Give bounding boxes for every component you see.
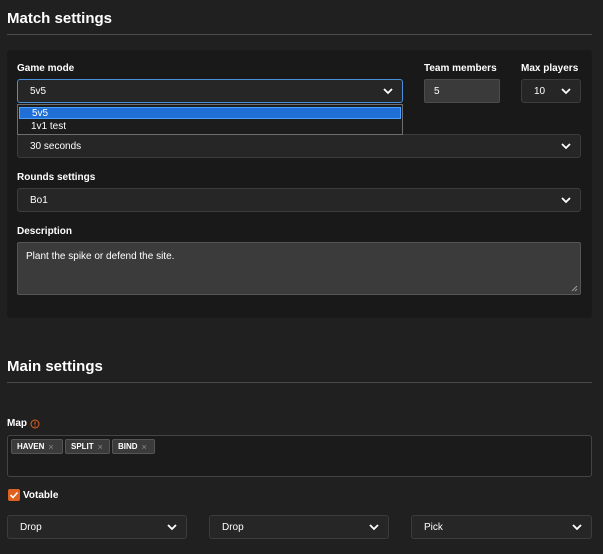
rounds-settings-label: Rounds settings (17, 172, 96, 183)
chevron-down-icon (561, 88, 571, 95)
map-tag-label: BIND (118, 442, 138, 451)
votable-label: Votable (23, 490, 59, 501)
map-tag[interactable]: SPLIT × (65, 439, 110, 454)
map-tag[interactable]: HAVEN × (11, 439, 63, 454)
map-tag-input[interactable]: HAVEN × SPLIT × BIND × (7, 435, 592, 477)
map-label-row: Map (7, 418, 40, 429)
chevron-down-icon (561, 197, 571, 204)
round-time-value: 30 seconds (30, 140, 82, 152)
rounds-settings-value: Bo1 (30, 194, 48, 206)
max-players-value: 10 (534, 85, 546, 97)
pick-drop-select-3[interactable]: Pick (411, 515, 592, 539)
pick-drop-select-2[interactable]: Drop (209, 515, 389, 539)
main-settings-divider (7, 382, 592, 383)
match-settings-title: Match settings (7, 10, 113, 27)
team-members-input[interactable]: 5 (424, 79, 500, 103)
close-icon[interactable]: × (48, 442, 53, 452)
votable-checkbox[interactable] (8, 489, 20, 501)
team-members-label: Team members (424, 63, 497, 74)
check-icon (9, 491, 19, 499)
pick-drop-value: Drop (20, 521, 42, 533)
description-textarea[interactable]: Plant the spike or defend the site. (17, 242, 581, 295)
round-time-select[interactable]: 30 seconds (17, 134, 581, 158)
rounds-settings-select[interactable]: Bo1 (17, 188, 581, 212)
game-mode-select[interactable]: 5v5 (17, 79, 403, 103)
chevron-down-icon (383, 88, 393, 95)
game-mode-option[interactable]: 5v5 (19, 107, 401, 119)
pick-drop-value: Drop (222, 521, 244, 533)
chevron-down-icon (369, 524, 379, 531)
close-icon[interactable]: × (142, 442, 147, 452)
map-tag-label: HAVEN (17, 442, 45, 451)
resize-handle-icon[interactable] (570, 284, 578, 292)
chevron-down-icon (572, 524, 582, 531)
match-settings-divider (7, 34, 592, 35)
main-settings-title: Main settings (7, 358, 103, 375)
game-mode-option[interactable]: 1v1 test (19, 121, 401, 133)
pick-drop-value: Pick (424, 521, 443, 533)
map-label: Map (7, 418, 27, 429)
map-tag[interactable]: BIND × (112, 439, 155, 454)
description-label: Description (17, 226, 73, 237)
pick-drop-select-1[interactable]: Drop (7, 515, 187, 539)
game-mode-dropdown: 5v5 1v1 test (17, 104, 403, 135)
info-icon (30, 419, 40, 428)
close-icon[interactable]: × (98, 442, 103, 452)
game-mode-value: 5v5 (30, 85, 47, 97)
chevron-down-icon (167, 524, 177, 531)
max-players-select[interactable]: 10 (521, 79, 581, 103)
map-tag-label: SPLIT (71, 442, 94, 451)
game-mode-label: Game mode (17, 63, 75, 74)
chevron-down-icon (561, 143, 571, 150)
description-text: Plant the spike or defend the site. (26, 251, 175, 262)
max-players-label: Max players (521, 63, 579, 74)
